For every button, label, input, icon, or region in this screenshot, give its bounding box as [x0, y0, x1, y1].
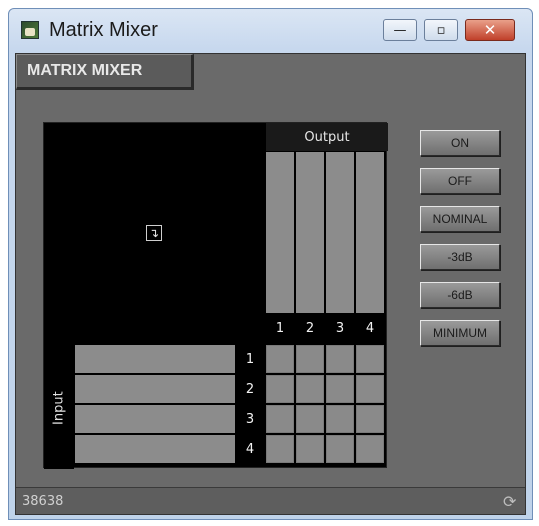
output-fader-1[interactable] — [266, 152, 294, 313]
output-header: Output — [266, 123, 388, 151]
matrix-mixer-panel: MATRIX MIXER ↴ Output 1 2 3 4 Input 1 2 … — [15, 53, 526, 515]
input-number-3: 3 — [245, 411, 255, 427]
crosspoint-2-1[interactable] — [266, 375, 294, 403]
input-name-3[interactable] — [75, 405, 235, 433]
crosspoint-1-2[interactable] — [296, 345, 324, 373]
maximize-button[interactable]: ▫ — [424, 19, 458, 41]
output-fader-2[interactable] — [296, 152, 324, 313]
tab-matrix-mixer: MATRIX MIXER — [16, 54, 194, 90]
crosspoint-3-3[interactable] — [326, 405, 354, 433]
input-label: Input — [51, 391, 67, 425]
crosspoint-3-4[interactable] — [356, 405, 384, 433]
window-title: Matrix Mixer — [49, 19, 158, 41]
output-fader-3[interactable] — [326, 152, 354, 313]
window: Matrix Mixer — ▫ ✕ MATRIX MIXER ↴ Output… — [8, 8, 533, 520]
output-number-2: 2 — [305, 320, 315, 336]
maximize-icon: ▫ — [436, 22, 446, 38]
status-bar: 38638 ⟳ — [16, 487, 525, 514]
minus-6db-button[interactable]: -6dB — [420, 282, 500, 308]
crosspoint-4-3[interactable] — [326, 435, 354, 463]
crosspoint-3-2[interactable] — [296, 405, 324, 433]
crosspoint-4-2[interactable] — [296, 435, 324, 463]
minimize-button[interactable]: — — [383, 19, 417, 41]
matrix-grid: ↴ Output 1 2 3 4 Input 1 2 3 4 — [43, 122, 388, 469]
output-fader-4[interactable] — [356, 152, 384, 313]
crosspoint-2-3[interactable] — [326, 375, 354, 403]
close-icon: ✕ — [483, 21, 497, 39]
on-button[interactable]: ON — [420, 130, 500, 156]
crosspoint-4-1[interactable] — [266, 435, 294, 463]
corner-arrow-icon: ↴ — [146, 225, 162, 241]
input-name-2[interactable] — [75, 375, 235, 403]
minimize-icon: — — [393, 22, 407, 38]
crosspoint-1-4[interactable] — [356, 345, 384, 373]
crosspoint-1-3[interactable] — [326, 345, 354, 373]
input-label-column: Input — [44, 345, 74, 469]
input-name-4[interactable] — [75, 435, 235, 463]
device-id: 38638 — [22, 493, 64, 509]
refresh-icon[interactable]: ⟳ — [503, 494, 519, 510]
output-number-4: 4 — [365, 320, 375, 336]
crosspoint-1-1[interactable] — [266, 345, 294, 373]
nominal-button[interactable]: NOMINAL — [420, 206, 500, 232]
close-button[interactable]: ✕ — [465, 19, 515, 41]
matrix-corner-area: ↴ — [44, 123, 266, 345]
minus-3db-button[interactable]: -3dB — [420, 244, 500, 270]
crosspoint-2-4[interactable] — [356, 375, 384, 403]
app-icon — [21, 21, 39, 39]
off-button[interactable]: OFF — [420, 168, 500, 194]
crosspoint-4-4[interactable] — [356, 435, 384, 463]
input-number-2: 2 — [245, 381, 255, 397]
output-number-1: 1 — [275, 320, 285, 336]
input-name-1[interactable] — [75, 345, 235, 373]
minimum-button[interactable]: MINIMUM — [420, 320, 500, 346]
title-bar[interactable]: Matrix Mixer — ▫ ✕ — [9, 9, 532, 53]
output-number-3: 3 — [335, 320, 345, 336]
crosspoint-3-1[interactable] — [266, 405, 294, 433]
input-number-1: 1 — [245, 351, 255, 367]
crosspoint-2-2[interactable] — [296, 375, 324, 403]
input-number-4: 4 — [245, 441, 255, 457]
